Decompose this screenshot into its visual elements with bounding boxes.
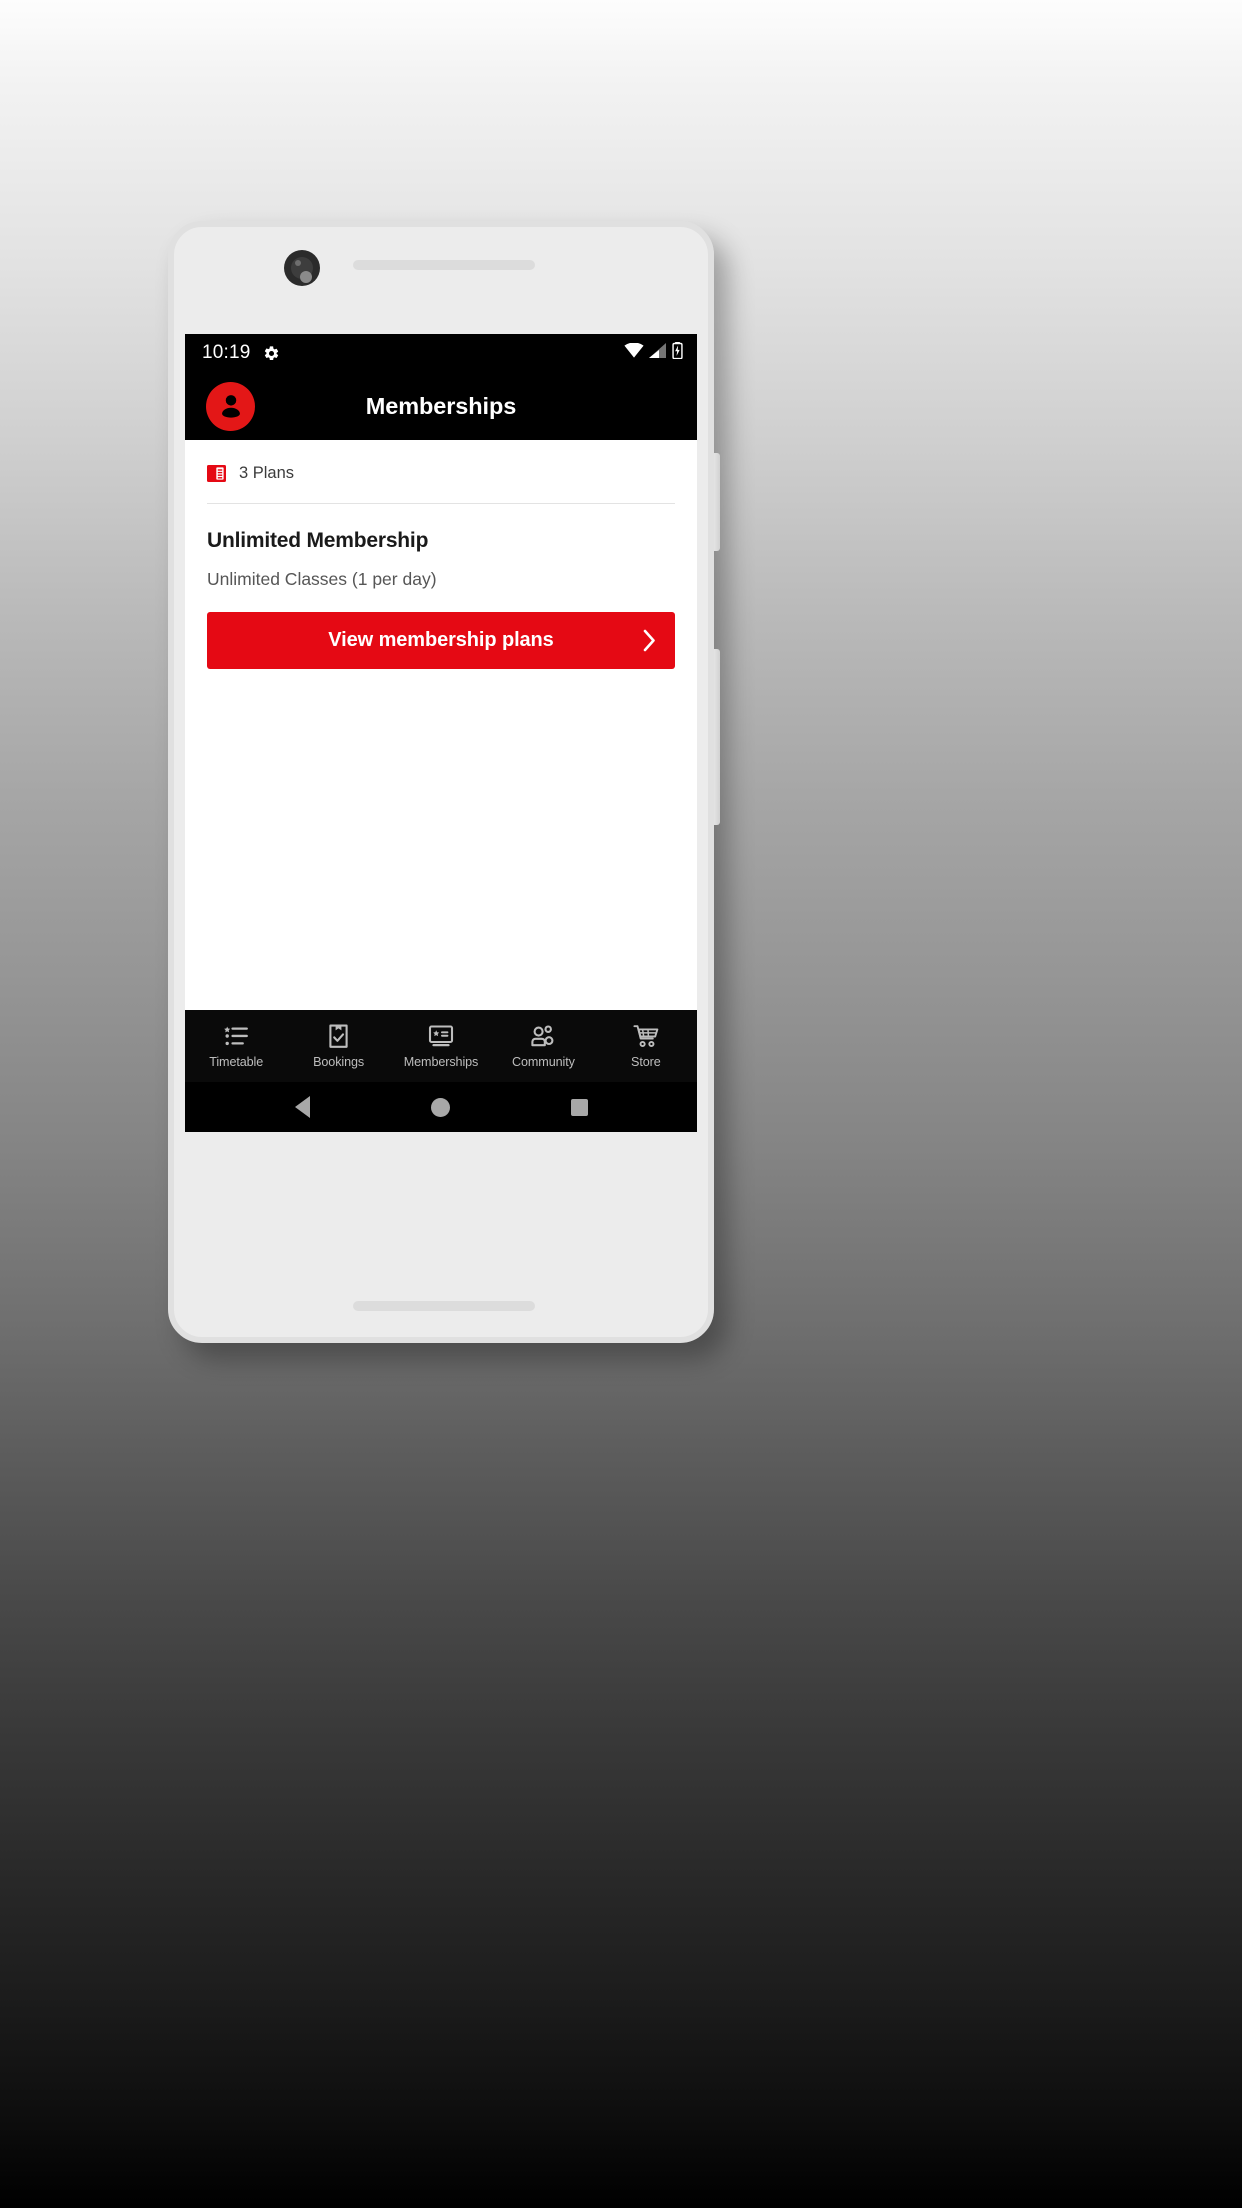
square-recents-icon [571,1098,589,1116]
status-bar-icons [624,342,683,364]
android-navigation-bar [185,1082,697,1132]
plan-block: Unlimited Membership Unlimited Classes (… [185,504,697,590]
content-empty-area [185,669,697,1010]
battery-charging-icon [672,342,683,364]
bottom-speaker-grille-icon [353,1301,535,1311]
android-back-button[interactable] [279,1089,325,1125]
plans-count-row: 3 Plans [207,440,675,504]
plan-title: Unlimited Membership [207,529,429,552]
triangle-back-icon [294,1096,310,1118]
wifi-icon [624,342,644,363]
device-body: 10:19 Memberships 3 Plans Unlimited Memb… [168,221,714,1343]
tab-bookings-label: Bookings [313,1055,365,1069]
earpiece-speaker-icon [353,260,535,270]
page-title: Memberships [365,392,517,419]
people-group-icon [530,1023,556,1049]
chevron-right-icon [642,629,657,652]
circle-home-icon [431,1097,451,1117]
tab-store-label: Store [631,1055,661,1069]
tab-timetable[interactable]: Timetable [185,1023,287,1069]
app-bar: Memberships [185,372,697,440]
cellular-signal-icon [649,343,667,363]
clipboard-check-icon [327,1023,350,1049]
plans-count-label: 3 Plans [239,464,295,482]
tab-community-label: Community [512,1055,575,1069]
tab-community[interactable]: Community [492,1023,594,1069]
android-recents-button[interactable] [557,1089,603,1125]
bottom-tab-bar: Timetable Bookings Memberships Community… [185,1010,697,1082]
membership-card-icon [207,465,226,482]
main-content: 3 Plans Unlimited Membership Unlimited C… [185,440,697,1132]
membership-card-icon [428,1023,454,1049]
tab-bookings[interactable]: Bookings [287,1023,389,1069]
tab-store[interactable]: Store [595,1023,697,1069]
phone-device: 10:19 Memberships 3 Plans Unlimited Memb… [168,221,720,1343]
tab-memberships[interactable]: Memberships [390,1023,492,1069]
plan-subtitle: Unlimited Classes (1 per day) [207,569,437,589]
camera-flash-dot-icon [300,271,312,283]
view-membership-plans-button[interactable]: View membership plans [207,612,675,669]
camera-sensor-dot-icon [295,260,301,266]
phone-screen: 10:19 Memberships 3 Plans Unlimited Memb… [185,334,697,1132]
view-membership-plans-label: View membership plans [328,629,554,651]
account-avatar-icon[interactable] [206,381,255,431]
tab-memberships-label: Memberships [403,1055,479,1069]
gear-icon [263,345,280,362]
list-timetable-icon [223,1023,249,1049]
android-home-button[interactable] [418,1089,464,1125]
status-bar-time: 10:19 [202,342,251,363]
tab-timetable-label: Timetable [209,1055,264,1069]
shopping-cart-icon [633,1023,659,1049]
status-bar: 10:19 [185,334,697,372]
